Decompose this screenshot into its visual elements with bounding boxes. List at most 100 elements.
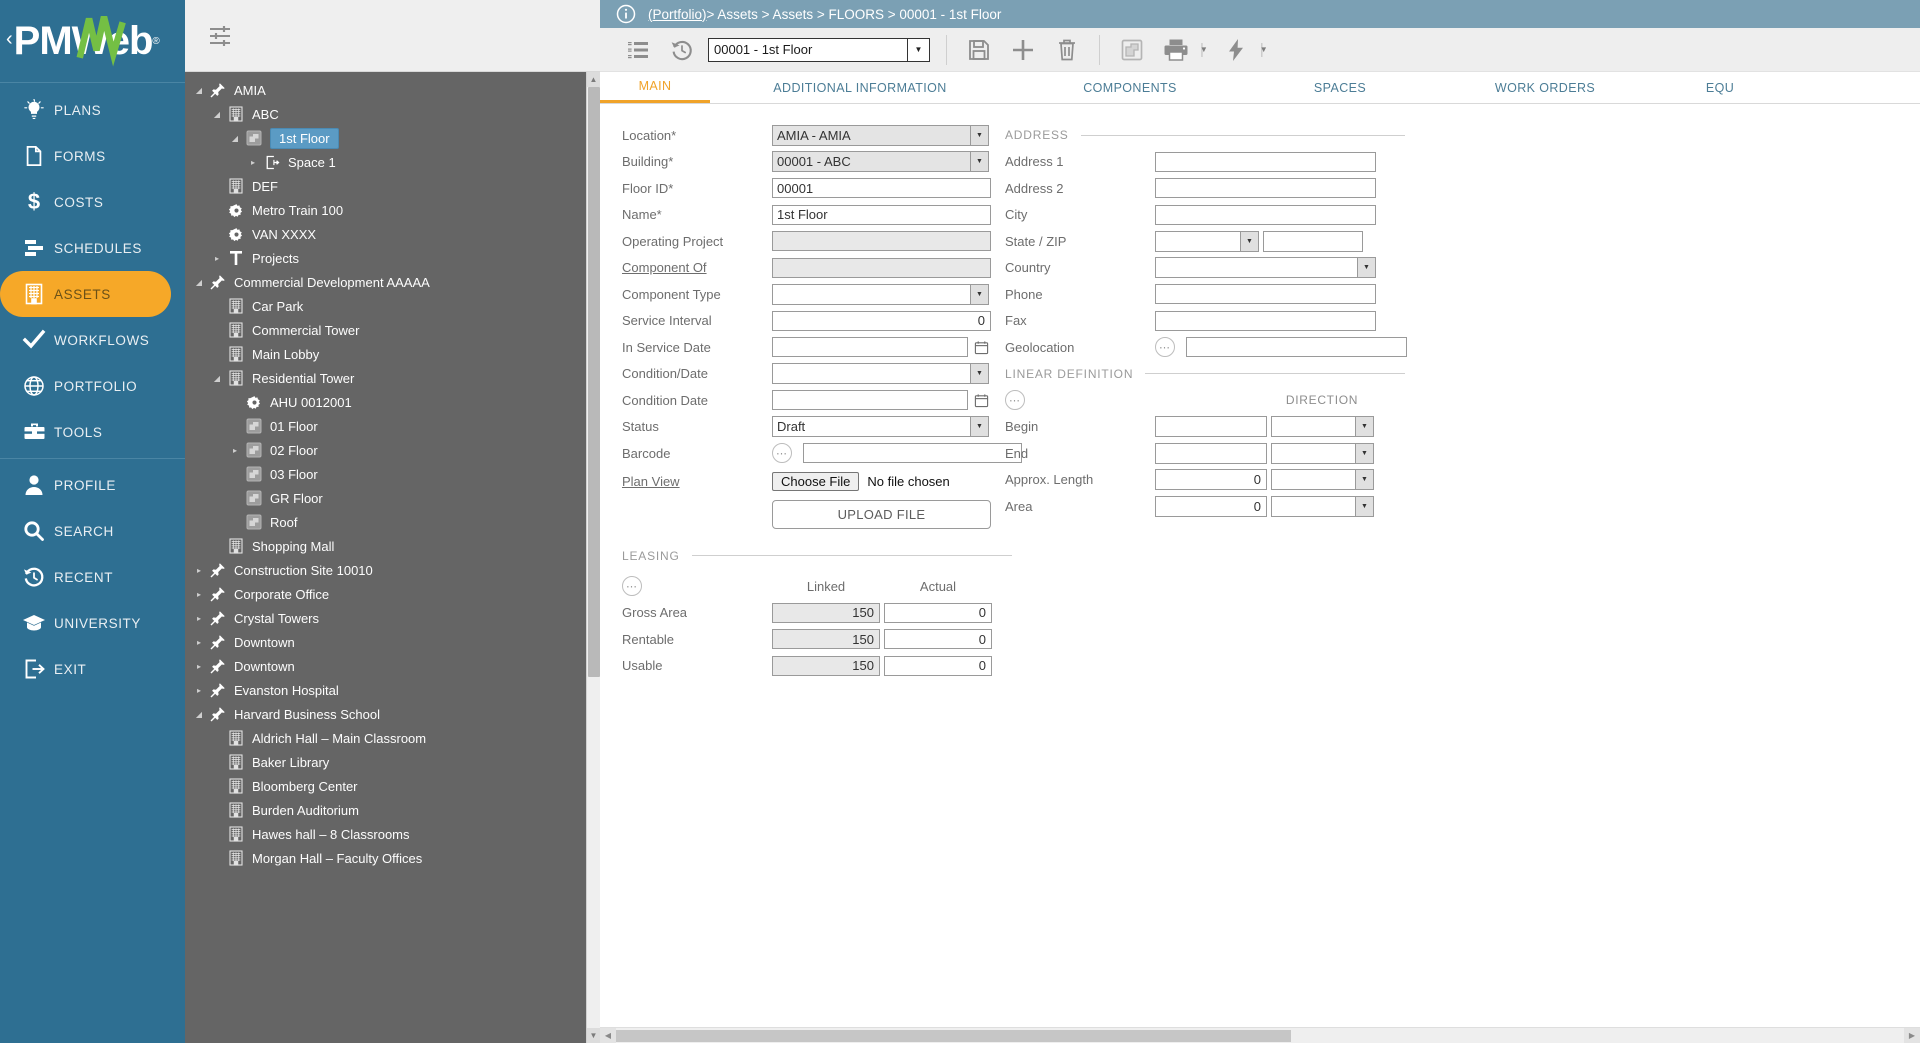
tree-scroll-track[interactable] [586, 87, 600, 1028]
chevron-down-icon[interactable]: ▼ [907, 38, 929, 61]
actions-chevron-down-icon[interactable]: ▼ [1260, 45, 1268, 54]
service-interval-input[interactable] [772, 310, 991, 331]
begin-value-input[interactable] [1155, 416, 1267, 438]
chevron-down-icon[interactable]: ▼ [1355, 469, 1374, 491]
tree-node[interactable]: DEF [185, 174, 586, 198]
location-input[interactable] [772, 124, 970, 146]
choose-file-button[interactable]: Choose File [772, 472, 860, 491]
tree-node[interactable]: Car Park [185, 294, 586, 318]
tree-expand-icon[interactable]: ▸ [191, 686, 207, 695]
barcode-input[interactable] [803, 443, 1022, 464]
tree-collapse-icon[interactable]: ◢ [191, 86, 207, 95]
sidebar-item-assets[interactable]: ASSETS [0, 271, 171, 317]
pmweb-logo[interactable]: ‹ PMWeb ® [0, 0, 185, 82]
country-input[interactable] [1155, 257, 1357, 279]
begin-unit-input[interactable] [1271, 416, 1355, 438]
chevron-down-icon[interactable]: ▼ [1357, 257, 1376, 279]
tree-node[interactable]: Aldrich Hall – Main Classroom [185, 726, 586, 750]
barcode-more-options-icon[interactable]: ⋯ [772, 443, 792, 464]
status-select[interactable]: ▼ [772, 416, 989, 438]
sidebar-item-costs[interactable]: $ COSTS [0, 179, 185, 225]
address-2-input[interactable] [1155, 178, 1376, 199]
condition-input[interactable] [772, 363, 970, 385]
chevron-down-icon[interactable]: ▼ [970, 124, 989, 146]
end-unit-select[interactable]: ▼ [1271, 442, 1374, 464]
component-of-input[interactable] [772, 257, 991, 278]
tab-spaces[interactable]: SPACES [1250, 72, 1430, 103]
sidebar-item-university[interactable]: UNIVERSITY [0, 600, 185, 646]
chevron-down-icon[interactable]: ▼ [1240, 230, 1259, 252]
tree-node[interactable]: ▸ Space 1 [185, 150, 586, 174]
area-unit-input[interactable] [1271, 495, 1355, 517]
tree-expand-icon[interactable]: ▸ [191, 614, 207, 623]
approx-length-unit-select[interactable]: ▼ [1271, 469, 1374, 491]
chevron-down-icon[interactable]: ▼ [1355, 495, 1374, 517]
approx-length-input[interactable] [1155, 469, 1267, 491]
chevron-down-icon[interactable]: ▼ [1355, 442, 1374, 464]
sidebar-item-forms[interactable]: FORMS [0, 133, 185, 179]
tree-node[interactable]: ◢ ABC [185, 102, 586, 126]
city-input[interactable] [1155, 204, 1376, 225]
tab-additional-information[interactable]: ADDITIONAL INFORMATION [710, 72, 1010, 103]
gross-area-linked-input[interactable] [772, 602, 880, 623]
record-selector[interactable]: 00001 - 1st Floor ▼ [708, 37, 930, 62]
tree-node[interactable]: ◢ AMIA [185, 78, 586, 102]
tree-node[interactable]: Main Lobby [185, 342, 586, 366]
component-of-link[interactable]: Component Of [622, 260, 772, 275]
geolocation-input[interactable] [1186, 337, 1407, 358]
state-select[interactable]: ▼ [1155, 230, 1259, 252]
tree-node[interactable]: Morgan Hall – Faculty Offices [185, 846, 586, 870]
tree-expand-icon[interactable]: ▸ [209, 254, 225, 263]
tree-expand-icon[interactable]: ▸ [245, 158, 261, 167]
sidebar-item-tools[interactable]: TOOLS [0, 409, 185, 455]
building-select[interactable]: ▼ [772, 151, 989, 173]
print-button[interactable] [1154, 33, 1198, 67]
in-service-date-input[interactable] [772, 337, 968, 358]
sidebar-item-search[interactable]: SEARCH [0, 508, 185, 554]
tree-collapse-icon[interactable]: ◢ [209, 110, 225, 119]
tree-node[interactable]: Shopping Mall [185, 534, 586, 558]
chevron-down-icon[interactable]: ▼ [970, 151, 989, 173]
chevron-down-icon[interactable]: ▼ [1355, 416, 1374, 438]
info-icon[interactable] [616, 4, 636, 24]
tree-node[interactable]: ▸ Crystal Towers [185, 606, 586, 630]
sidebar-item-plans[interactable]: PLANS [0, 87, 185, 133]
scroll-left-arrow-icon[interactable]: ◀ [600, 1028, 616, 1043]
tree-scroll-thumb[interactable] [587, 87, 600, 677]
tree-node[interactable]: ▸ Downtown [185, 654, 586, 678]
component-type-input[interactable] [772, 283, 970, 305]
tree-node[interactable]: ◢ Commercial Development AAAAA [185, 270, 586, 294]
tree-node[interactable]: ▸ Projects [185, 246, 586, 270]
tree-expand-icon[interactable]: ▸ [191, 662, 207, 671]
sidebar-item-portfolio[interactable]: PORTFOLIO [0, 363, 185, 409]
tree-collapse-icon[interactable]: ◢ [227, 134, 243, 143]
sidebar-item-schedules[interactable]: SCHEDULES [0, 225, 185, 271]
horizontal-scroll-track[interactable] [616, 1028, 1904, 1043]
usable-linked-input[interactable] [772, 655, 880, 676]
history-icon[interactable] [660, 33, 704, 67]
sidebar-item-workflows[interactable]: WORKFLOWS [0, 317, 185, 363]
tree-expand-icon[interactable]: ▸ [227, 446, 243, 455]
tree-collapse-icon[interactable]: ◢ [209, 374, 225, 383]
tree-node[interactable]: Bloomberg Center [185, 774, 586, 798]
tree-node[interactable]: 01 Floor [185, 414, 586, 438]
sidebar-item-exit[interactable]: EXIT [0, 646, 185, 692]
tree-node[interactable]: Metro Train 100 [185, 198, 586, 222]
fax-input[interactable] [1155, 310, 1376, 331]
filter-icon[interactable] [207, 24, 233, 48]
tree-collapse-icon[interactable]: ◢ [191, 710, 207, 719]
tree-node[interactable]: ▸ Construction Site 10010 [185, 558, 586, 582]
approx-length-unit-input[interactable] [1271, 469, 1355, 491]
name-input[interactable] [772, 204, 991, 225]
component-type-select[interactable]: ▼ [772, 283, 989, 305]
tree-node[interactable]: Baker Library [185, 750, 586, 774]
zip-input[interactable] [1263, 230, 1363, 252]
end-unit-input[interactable] [1271, 442, 1355, 464]
scroll-right-arrow-icon[interactable]: ▶ [1904, 1028, 1920, 1043]
tab-work-orders[interactable]: WORK ORDERS [1430, 72, 1660, 103]
tree-node[interactable]: Hawes hall – 8 Classrooms [185, 822, 586, 846]
tree-node[interactable]: ▸ Downtown [185, 630, 586, 654]
tree-scrollbar[interactable]: ▲ ▼ [586, 72, 600, 1043]
address-1-input[interactable] [1155, 151, 1376, 172]
print-chevron-down-icon[interactable]: ▼ [1200, 45, 1208, 54]
